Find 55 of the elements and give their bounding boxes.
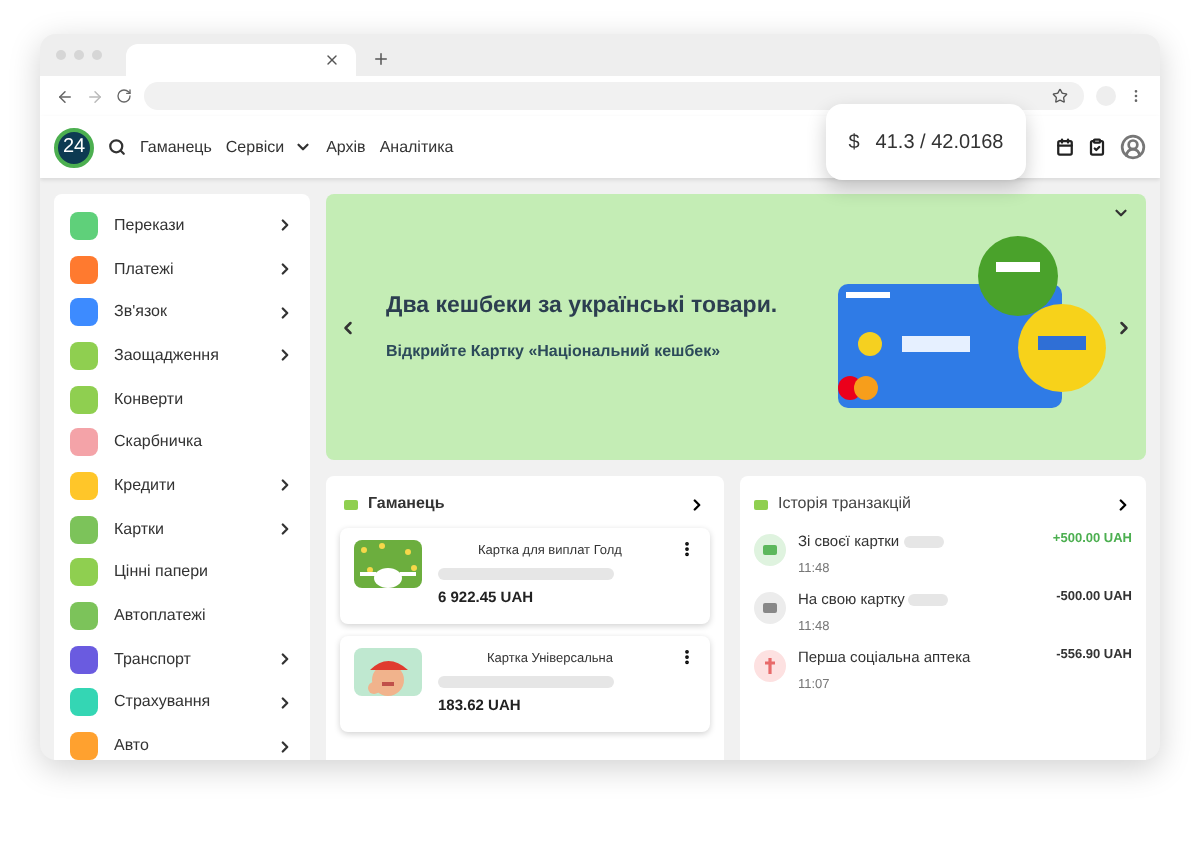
chevron-icon — [276, 346, 294, 365]
redacted-mark — [903, 535, 944, 548]
reload-icon[interactable] — [116, 88, 132, 104]
next-icon[interactable] — [1114, 317, 1134, 337]
account-icon[interactable] — [1120, 134, 1146, 160]
card-icon — [754, 592, 786, 624]
banner-subtitle: Відкрийте Картку «Національний кешбек» — [386, 339, 723, 364]
chevron-icon — [276, 693, 294, 712]
bookmark-icon[interactable] — [1052, 88, 1068, 104]
chevron-icon — [276, 260, 294, 279]
sidebar-item[interactable]: Автоплатежі — [70, 596, 294, 636]
sidebar-item[interactable]: Перекази — [70, 206, 294, 246]
sidebar-item[interactable]: Авто — [70, 726, 294, 760]
close-icon[interactable] — [324, 52, 340, 68]
chevron-icon — [276, 216, 294, 235]
wallet-icon — [344, 499, 358, 509]
dollar-sign: $ — [848, 129, 860, 157]
panel-title: Гаманець — [368, 492, 447, 516]
pharmacy-icon — [754, 650, 786, 682]
collapse-icon[interactable] — [1112, 204, 1130, 222]
nav-link[interactable]: Аналітика — [379, 135, 454, 159]
caret-icon — [294, 138, 313, 156]
chevron-icon — [276, 303, 294, 322]
banner-title: Два кешбеки за українські товари. — [386, 292, 780, 323]
card-icon — [754, 534, 786, 566]
sidebar-item[interactable]: Заощадження — [70, 336, 294, 376]
sidebar-item[interactable]: Картки — [70, 509, 294, 549]
previous-icon[interactable] — [338, 317, 358, 337]
chevron-icon — [276, 737, 294, 756]
sidebar-item[interactable]: Скарбничка — [70, 422, 294, 463]
nav-link[interactable]: Гаманець — [140, 135, 212, 159]
sidebar-item[interactable]: Страхування — [70, 683, 294, 723]
chevron-icon[interactable] — [688, 495, 706, 513]
panel-title: Історія транзакцій — [778, 492, 913, 516]
sidebar-item[interactable]: Зв'язок — [70, 292, 294, 333]
chevron-icon[interactable] — [1114, 495, 1132, 513]
clipboard-icon[interactable] — [1088, 138, 1106, 156]
sidebar-item[interactable]: Конверти — [70, 379, 294, 419]
nav-link[interactable]: Сервіси — [225, 135, 313, 159]
nav-link[interactable]: Архів — [326, 135, 366, 159]
exchange-rate: 41.3 / 42.0168 — [875, 129, 1004, 157]
chevron-icon — [276, 520, 294, 539]
redacted-mark — [908, 593, 949, 606]
chevron-icon — [276, 476, 294, 495]
sidebar-item[interactable]: Платежі — [70, 249, 294, 289]
logo[interactable]: 24 — [54, 127, 94, 167]
calendar-icon[interactable] — [1056, 138, 1074, 156]
chevron-icon — [276, 650, 294, 669]
history-icon — [754, 499, 768, 509]
sidebar-item[interactable]: Кредити — [70, 466, 294, 506]
sidebar-item[interactable]: Цінні папери — [70, 553, 294, 593]
sidebar-item[interactable]: Транспорт — [70, 639, 294, 680]
search-icon[interactable] — [108, 138, 126, 156]
back-icon[interactable] — [56, 87, 74, 105]
new-tab-icon[interactable] — [372, 50, 390, 68]
